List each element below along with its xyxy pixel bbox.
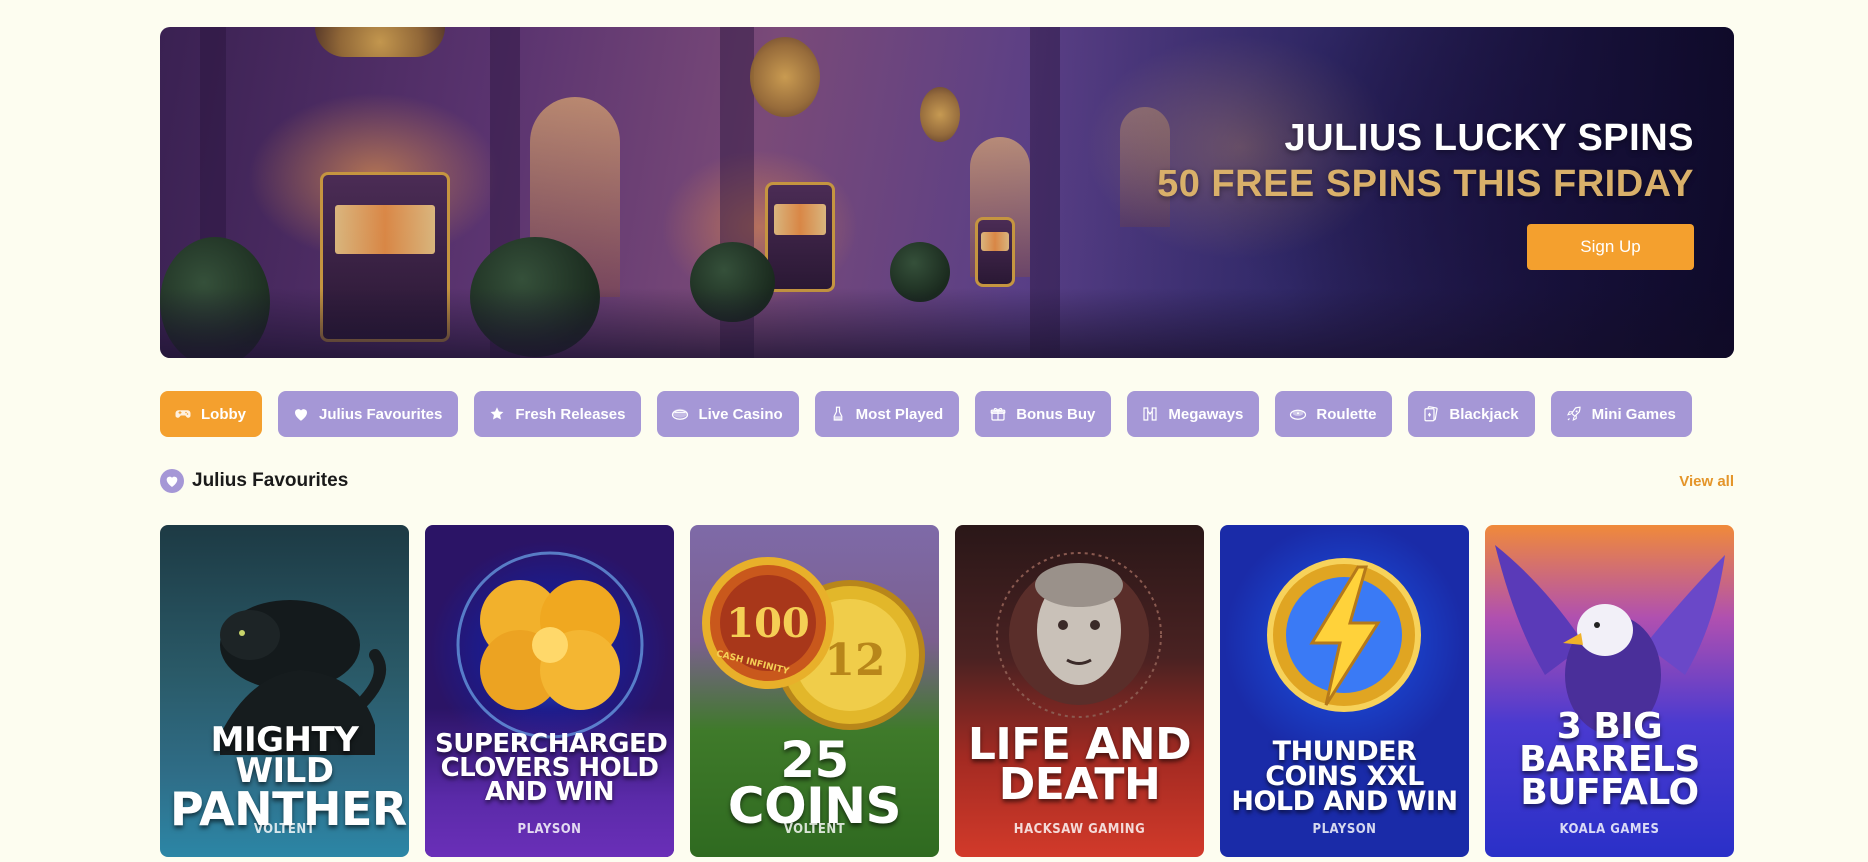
- category-label: Live Casino: [698, 405, 783, 423]
- clover-artwork: [456, 551, 644, 739]
- game-title: 3 Big Barrels Buffalo: [1495, 706, 1724, 814]
- trophy-icon: [829, 405, 847, 423]
- game-provider: Playson: [517, 822, 582, 837]
- hero-title: JULIUS LUCKY SPINS: [1284, 117, 1694, 159]
- game-title-line1: Thunder Coins XXL: [1265, 736, 1424, 792]
- game-title: Thunder Coins XXL Hold and Win: [1230, 736, 1459, 817]
- coin-badge-value: 100: [726, 600, 810, 647]
- category-label: Mini Games: [1591, 405, 1676, 423]
- hero-slot-machine: [765, 182, 835, 292]
- game-title: Mighty Wild Panther: [170, 720, 407, 832]
- category-label: Lobby: [201, 405, 246, 423]
- category-label: Megaways: [1168, 405, 1244, 423]
- game-card-thunder-coins-xxl[interactable]: Thunder Coins XXL Hold and Win Playson: [1220, 525, 1469, 857]
- roulette-icon: [1289, 405, 1307, 423]
- game-title: Life and Death: [965, 722, 1194, 811]
- game-title-line2: Hold and Win: [1231, 785, 1458, 817]
- hero-text: JULIUS LUCKY SPINS 50 FREE SPINS THIS FR…: [1157, 115, 1694, 207]
- category-live-casino[interactable]: Live Casino: [657, 391, 799, 437]
- category-megaways[interactable]: Megaways: [1127, 391, 1260, 437]
- game-title: 25 Coins: [700, 731, 929, 835]
- game-title-line1: 3 Big Barrels: [1519, 706, 1700, 781]
- game-card-25-coins[interactable]: 100 12 CASH INFINITY 25 Coins Voltent: [690, 525, 939, 857]
- live-casino-icon: [671, 405, 689, 423]
- rocket-icon: [1565, 405, 1583, 423]
- coin-badge-secondary: 12: [824, 635, 885, 686]
- category-fresh-releases[interactable]: Fresh Releases: [474, 391, 642, 437]
- category-bonus-buy[interactable]: Bonus Buy: [975, 391, 1112, 437]
- heart-icon: [292, 405, 310, 423]
- category-blackjack[interactable]: Blackjack: [1408, 391, 1535, 437]
- game-title-line2: Buffalo: [1520, 772, 1699, 814]
- cards-icon: [1422, 405, 1440, 423]
- hero-subtitle: 50 FREE SPINS THIS FRIDAY: [1157, 163, 1694, 205]
- game-title-line2: Death: [998, 759, 1161, 811]
- game-title-line1: Mighty Wild: [210, 720, 359, 792]
- section-title: Julius Favourites: [192, 470, 349, 491]
- category-roulette[interactable]: Roulette: [1275, 391, 1393, 437]
- game-card-3-big-barrels-buffalo[interactable]: 3 Big Barrels Buffalo Koala Games: [1485, 525, 1734, 857]
- category-nav: Lobby Julius Favourites Fresh Releases L…: [160, 391, 1692, 437]
- category-lobby[interactable]: Lobby: [160, 391, 262, 437]
- category-label: Roulette: [1316, 405, 1377, 423]
- game-provider: Voltent: [783, 822, 846, 837]
- category-label: Bonus Buy: [1016, 405, 1096, 423]
- game-provider: Voltent: [253, 822, 316, 837]
- category-label: Julius Favourites: [319, 405, 443, 423]
- game-card-supercharged-clovers[interactable]: Supercharged Clovers Hold and Win Playso…: [425, 525, 674, 857]
- category-label: Blackjack: [1449, 405, 1519, 423]
- gamepad-icon: [174, 405, 192, 423]
- category-label: Most Played: [855, 405, 944, 423]
- hero-banner[interactable]: JULIUS LUCKY SPINS 50 FREE SPINS THIS FR…: [160, 27, 1734, 358]
- view-all-link[interactable]: View all: [1679, 473, 1734, 490]
- hero-slot-machine: [975, 217, 1015, 287]
- game-card-mighty-wild-panther[interactable]: Mighty Wild Panther Voltent: [160, 525, 409, 857]
- sign-up-button[interactable]: Sign Up: [1527, 224, 1694, 270]
- game-provider: Playson: [1312, 822, 1377, 837]
- hero-medallion: [920, 87, 960, 142]
- heart-icon: [160, 469, 184, 493]
- game-title-line2: Clovers Hold and Win: [440, 752, 659, 807]
- game-provider: Hacksaw Gaming: [1013, 822, 1146, 837]
- gift-icon: [989, 405, 1007, 423]
- hero-medallion: [315, 27, 445, 57]
- casino-lobby-page: JULIUS LUCKY SPINS 50 FREE SPINS THIS FR…: [0, 0, 1868, 862]
- coin-badge-caption: CASH INFINITY: [715, 649, 790, 677]
- category-julius-favourites[interactable]: Julius Favourites: [278, 391, 459, 437]
- category-mini-games[interactable]: Mini Games: [1550, 391, 1692, 437]
- game-title: Supercharged Clovers Hold and Win: [435, 731, 668, 807]
- game-title-line1: 25 Coins: [727, 731, 902, 835]
- game-provider: Koala Games: [1559, 822, 1660, 837]
- star-icon: [488, 405, 506, 423]
- section-title-group: Julius Favourites: [160, 469, 348, 493]
- megaways-icon: [1141, 405, 1159, 423]
- category-most-played[interactable]: Most Played: [814, 391, 960, 437]
- category-label: Fresh Releases: [515, 405, 626, 423]
- hero-medallion: [750, 37, 820, 117]
- section-header: Julius Favourites View all: [160, 468, 1734, 494]
- game-card-life-and-death[interactable]: Life and Death Hacksaw Gaming: [955, 525, 1204, 857]
- game-grid: Mighty Wild Panther Voltent Supercharged…: [160, 525, 1734, 857]
